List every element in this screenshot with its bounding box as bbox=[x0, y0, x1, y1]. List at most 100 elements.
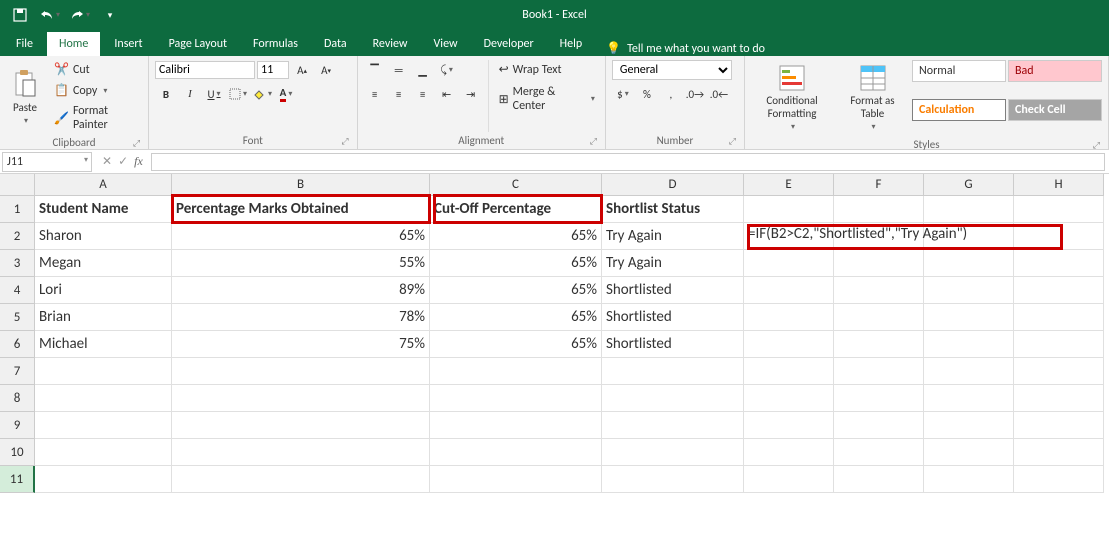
cell-C5[interactable]: 65% bbox=[430, 304, 602, 331]
merge-center-button[interactable]: ⊞Merge & Center bbox=[495, 83, 599, 115]
cell-C3[interactable]: 65% bbox=[430, 250, 602, 277]
col-header-D[interactable]: D bbox=[602, 174, 744, 196]
fill-color-button[interactable] bbox=[251, 84, 273, 104]
cell-A6[interactable]: Michael bbox=[35, 331, 172, 358]
cell-C2[interactable]: 65% bbox=[430, 223, 602, 250]
formula-bar[interactable] bbox=[151, 153, 1105, 171]
tab-insert[interactable]: Insert bbox=[102, 32, 154, 56]
row-header-9[interactable]: 9 bbox=[0, 412, 35, 439]
cell-B3[interactable]: 55% bbox=[172, 250, 430, 277]
row-header-5[interactable]: 5 bbox=[0, 304, 35, 331]
cell-A5[interactable]: Brian bbox=[35, 304, 172, 331]
shrink-font-button[interactable]: A▾ bbox=[315, 60, 337, 80]
row-header-4[interactable]: 4 bbox=[0, 277, 35, 304]
tab-view[interactable]: View bbox=[422, 32, 470, 56]
grow-font-button[interactable]: A▴ bbox=[291, 60, 313, 80]
borders-button[interactable] bbox=[227, 84, 249, 104]
decrease-decimal-button[interactable]: .0← bbox=[708, 84, 730, 104]
cell-G1[interactable] bbox=[924, 196, 1014, 223]
row-header-7[interactable]: 7 bbox=[0, 358, 35, 385]
tab-file[interactable]: File bbox=[4, 32, 45, 56]
tab-page-layout[interactable]: Page Layout bbox=[157, 32, 239, 56]
tab-formulas[interactable]: Formulas bbox=[241, 32, 310, 56]
style-calculation[interactable]: Calculation bbox=[912, 99, 1006, 121]
font-size-input[interactable] bbox=[257, 61, 289, 79]
cell-F1[interactable] bbox=[834, 196, 924, 223]
copy-button[interactable]: 📋Copy bbox=[50, 81, 142, 100]
accounting-format-button[interactable]: $ bbox=[612, 84, 634, 104]
increase-decimal-button[interactable]: .0→ bbox=[684, 84, 706, 104]
cell-A4[interactable]: Lori bbox=[35, 277, 172, 304]
cell-H1[interactable] bbox=[1014, 196, 1104, 223]
cut-button[interactable]: ✂️Cut bbox=[50, 60, 142, 79]
tell-me[interactable]: 💡 Tell me what you want to do bbox=[606, 41, 765, 56]
percent-format-button[interactable]: % bbox=[636, 84, 658, 104]
cell-D6[interactable]: Shortlisted bbox=[602, 331, 744, 358]
cell-H2[interactable] bbox=[1014, 223, 1104, 250]
col-header-A[interactable]: A bbox=[35, 174, 172, 196]
save-icon[interactable] bbox=[6, 3, 34, 27]
tab-data[interactable]: Data bbox=[312, 32, 359, 56]
number-format-select[interactable]: General bbox=[612, 60, 732, 80]
orientation-button[interactable]: ⤹ bbox=[436, 60, 458, 80]
cell-C1[interactable]: Cut-Off Percentage bbox=[430, 196, 602, 223]
font-name-input[interactable] bbox=[155, 61, 255, 79]
enter-formula-icon[interactable]: ✓ bbox=[118, 154, 128, 169]
cell-B2[interactable]: 65% bbox=[172, 223, 430, 250]
style-bad[interactable]: Bad bbox=[1008, 60, 1102, 82]
row-header-1[interactable]: 1 bbox=[0, 196, 35, 223]
align-left-button[interactable]: ≡ bbox=[364, 84, 386, 104]
comma-format-button[interactable]: , bbox=[660, 84, 682, 104]
cell-C4[interactable]: 65% bbox=[430, 277, 602, 304]
row-header-6[interactable]: 6 bbox=[0, 331, 35, 358]
format-painter-button[interactable]: 🖌️Format Painter bbox=[50, 102, 142, 134]
cell-A3[interactable]: Megan bbox=[35, 250, 172, 277]
cell-D1[interactable]: Shortlist Status bbox=[602, 196, 744, 223]
italic-button[interactable]: I bbox=[179, 84, 201, 104]
cell-C6[interactable]: 65% bbox=[430, 331, 602, 358]
name-box[interactable]: J11 bbox=[2, 152, 92, 172]
redo-icon[interactable] bbox=[66, 3, 94, 27]
align-middle-button[interactable]: ═ bbox=[388, 60, 410, 80]
undo-icon[interactable] bbox=[36, 3, 64, 27]
cancel-formula-icon[interactable]: ✕ bbox=[102, 154, 112, 169]
row-header-2[interactable]: 2 bbox=[0, 223, 35, 250]
col-header-F[interactable]: F bbox=[834, 174, 924, 196]
increase-indent-button[interactable]: ⇥ bbox=[460, 84, 482, 104]
cell-B4[interactable]: 89% bbox=[172, 277, 430, 304]
font-color-button[interactable]: A bbox=[275, 84, 297, 104]
cell-D2[interactable]: Try Again bbox=[602, 223, 744, 250]
row-header-10[interactable]: 10 bbox=[0, 439, 35, 466]
col-header-C[interactable]: C bbox=[430, 174, 602, 196]
tab-review[interactable]: Review bbox=[361, 32, 420, 56]
fx-icon[interactable]: fx bbox=[134, 154, 143, 169]
cell-B1[interactable]: Percentage Marks Obtained bbox=[172, 196, 430, 223]
col-header-E[interactable]: E bbox=[744, 174, 834, 196]
row-header-8[interactable]: 8 bbox=[0, 385, 35, 412]
tab-developer[interactable]: Developer bbox=[472, 32, 546, 56]
cell-A2[interactable]: Sharon bbox=[35, 223, 172, 250]
tab-home[interactable]: Home bbox=[47, 32, 100, 56]
paste-button[interactable]: Paste bbox=[6, 60, 44, 134]
align-bottom-button[interactable]: ▁ bbox=[412, 60, 434, 80]
cell-D4[interactable]: Shortlisted bbox=[602, 277, 744, 304]
conditional-formatting-button[interactable]: Conditional Formatting bbox=[751, 60, 833, 136]
col-header-G[interactable]: G bbox=[924, 174, 1014, 196]
cell-B5[interactable]: 78% bbox=[172, 304, 430, 331]
format-as-table-button[interactable]: Format as Table bbox=[839, 60, 906, 136]
cell-D3[interactable]: Try Again bbox=[602, 250, 744, 277]
cell-D5[interactable]: Shortlisted bbox=[602, 304, 744, 331]
cell-E2[interactable]: =IF(B2>C2,"Shortlisted","Try Again") bbox=[744, 223, 834, 250]
align-center-button[interactable]: ≡ bbox=[388, 84, 410, 104]
underline-button[interactable]: U bbox=[203, 84, 225, 104]
qat-customize-icon[interactable]: ▾ bbox=[96, 3, 124, 27]
row-header-3[interactable]: 3 bbox=[0, 250, 35, 277]
tab-help[interactable]: Help bbox=[548, 32, 595, 56]
select-all-corner[interactable] bbox=[0, 174, 35, 196]
bold-button[interactable]: B bbox=[155, 84, 177, 104]
align-right-button[interactable]: ≡ bbox=[412, 84, 434, 104]
row-header-11[interactable]: 11 bbox=[0, 466, 35, 493]
style-normal[interactable]: Normal bbox=[912, 60, 1006, 82]
decrease-indent-button[interactable]: ⇤ bbox=[436, 84, 458, 104]
cells-area[interactable]: Student Name Percentage Marks Obtained C… bbox=[35, 196, 1104, 493]
